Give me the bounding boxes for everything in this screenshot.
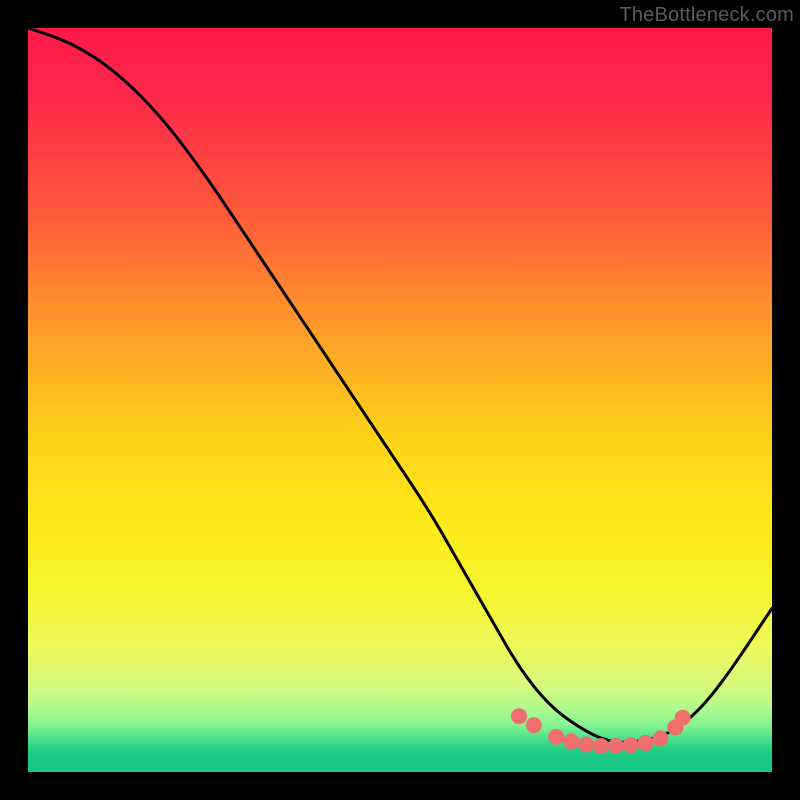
marker-dot: [578, 737, 594, 753]
chart-svg: [28, 28, 772, 772]
bottleneck-curve: [28, 28, 772, 742]
watermark-text: TheBottleneck.com: [619, 4, 794, 27]
marker-dot: [548, 729, 564, 745]
marker-dot: [652, 731, 668, 747]
marker-dot: [608, 738, 624, 754]
marker-dot: [526, 717, 542, 733]
optimal-range-markers: [511, 708, 691, 754]
marker-dot: [511, 708, 527, 724]
marker-dot: [563, 734, 579, 750]
marker-dot: [593, 738, 609, 754]
chart-plot-area: [28, 28, 772, 772]
marker-dot: [623, 737, 639, 753]
marker-dot: [638, 735, 654, 751]
marker-dot: [675, 710, 691, 726]
chart-frame: TheBottleneck.com: [0, 0, 800, 800]
